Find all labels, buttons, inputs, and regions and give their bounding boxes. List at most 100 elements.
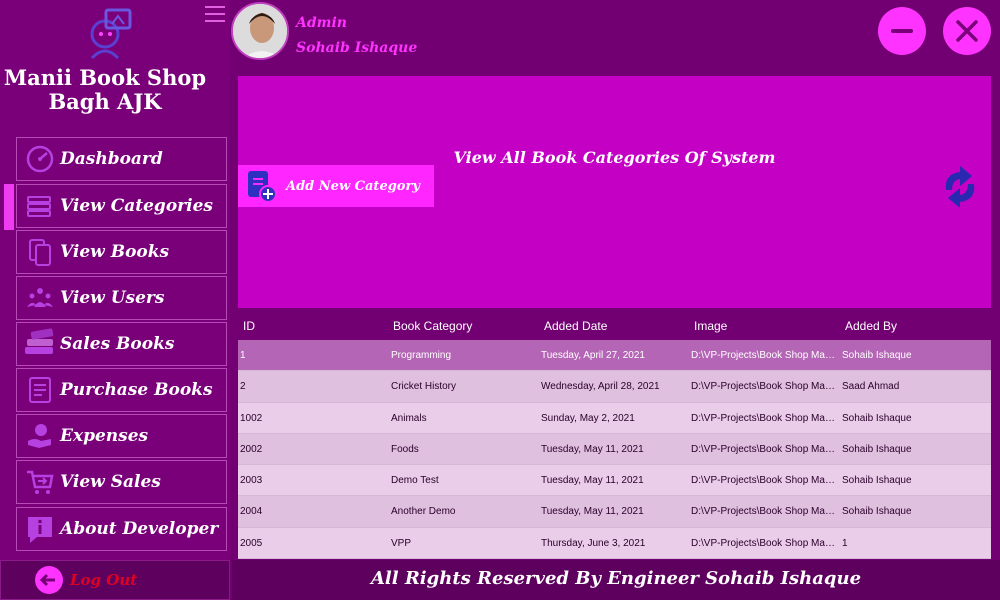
close-icon: [956, 20, 978, 42]
cell-image: D:\VP-Projects\Book Shop Man...: [691, 443, 837, 455]
cell-date: Tuesday, April 27, 2021: [541, 350, 645, 361]
footer: All Rights Reserved By Engineer Sohaib I…: [232, 560, 1000, 600]
add-new-category-button[interactable]: Add New Category: [238, 165, 434, 207]
cell-category: Demo Test: [391, 475, 439, 487]
nav-dashboard-label: Dashboard: [60, 149, 163, 169]
nav-sales-books-label: Sales Books: [60, 334, 175, 354]
cell-id: 2002: [240, 443, 263, 455]
nav-view-books-label: View Books: [60, 242, 170, 262]
cell-category: Cricket History: [391, 381, 457, 393]
nav-view-users[interactable]: View Users: [16, 276, 227, 320]
cell-date: Sunday, May 2, 2021: [541, 412, 635, 424]
cart-icon: [22, 464, 58, 500]
cell-image: D:\VP-Projects\Book Shop Man...: [691, 381, 837, 393]
nav-about-developer-label: About Developer: [60, 519, 219, 539]
cell-category: VPP: [391, 537, 412, 549]
table-row[interactable]: 2005 VPP Thursday, June 3, 2021 D:\VP-Pr…: [238, 527, 991, 560]
nav-expenses-label: Expenses: [60, 426, 149, 446]
footer-text: All Rights Reserved By Engineer Sohaib I…: [370, 568, 862, 589]
cell-category: Programming: [391, 350, 452, 361]
table-row[interactable]: 1002 Animals Sunday, May 2, 2021 D:\VP-P…: [238, 402, 991, 434]
users-icon: [22, 280, 58, 316]
cell-id: 2004: [240, 506, 263, 518]
cell-image: D:\VP-Projects\Book Shop Man...: [691, 412, 837, 424]
header-image[interactable]: Image: [694, 319, 727, 333]
add-document-icon: [248, 171, 277, 203]
cell-added-by: Sohaib Ishaque: [842, 443, 912, 455]
cell-added-by: Sohaib Ishaque: [842, 506, 912, 518]
nav-about-developer[interactable]: About Developer: [16, 507, 227, 551]
nav-view-categories[interactable]: View Categories: [16, 184, 227, 228]
close-button[interactable]: [943, 7, 991, 55]
table-row[interactable]: 2003 Demo Test Tuesday, May 11, 2021 D:\…: [238, 465, 991, 497]
nav-sales-books[interactable]: Sales Books: [16, 322, 227, 366]
nav-dashboard[interactable]: Dashboard: [16, 137, 227, 181]
table-row[interactable]: 1 Programming Tuesday, April 27, 2021 D:…: [238, 340, 991, 372]
cell-id: 1002: [240, 412, 263, 424]
categories-table: 1 Programming Tuesday, April 27, 2021 D:…: [238, 340, 991, 560]
nav-purchase-books-label: Purchase Books: [60, 380, 213, 400]
cell-added-by: Saad Ahmad: [842, 381, 900, 393]
cell-date: Tuesday, May 11, 2021: [541, 475, 644, 487]
user-photo-icon: [233, 4, 287, 58]
table-row[interactable]: 2 Cricket History Wednesday, April 28, 2…: [238, 371, 991, 403]
categories-icon: [22, 188, 58, 224]
table-header: ID Book Category Added Date Image Added …: [238, 312, 991, 340]
cell-image: D:\VP-Projects\Book Shop Man...: [691, 506, 837, 518]
header-added-date[interactable]: Added Date: [544, 319, 607, 333]
cell-date: Tuesday, May 11, 2021: [541, 443, 644, 455]
cell-image: D:\VP-Projects\Book Shop Man...: [691, 475, 837, 487]
nav-view-sales-label: View Sales: [60, 472, 161, 492]
add-new-category-label: Add New Category: [286, 178, 420, 194]
cell-id: 2003: [240, 475, 263, 487]
shop-name-line1: Manii Book Shop: [3, 65, 207, 90]
cell-date: Thursday, June 3, 2021: [541, 537, 646, 549]
cell-date: Wednesday, April 28, 2021: [541, 381, 660, 393]
cell-id: 2: [240, 381, 246, 393]
cell-added-by: 1: [842, 537, 848, 549]
categories-banner: View All Book Categories Of System Add N…: [238, 76, 991, 308]
nav-expenses[interactable]: Expenses: [16, 414, 227, 458]
shop-name-line2: Bagh AJK: [48, 89, 162, 114]
shop-name: Manii Book Shop Bagh AJK: [0, 66, 210, 114]
cell-id: 2005: [240, 537, 263, 549]
refresh-icon[interactable]: [938, 164, 982, 210]
cell-category: Foods: [391, 443, 419, 455]
nav-view-sales[interactable]: View Sales: [16, 460, 227, 504]
arrow-left-circle-icon: [35, 566, 63, 594]
user-name: Sohaib Ishaque: [296, 40, 418, 56]
hand-money-icon: [22, 418, 58, 454]
nav-view-categories-label: View Categories: [60, 196, 213, 216]
cell-date: Tuesday, May 11, 2021: [541, 506, 644, 518]
cell-added-by: Sohaib Ishaque: [842, 475, 912, 487]
avatar: [231, 2, 289, 60]
minus-icon: [891, 29, 913, 33]
logout-label: Log Out: [70, 571, 138, 589]
user-role: Admin: [296, 15, 347, 31]
cell-id: 1: [240, 350, 246, 361]
reader-logo-icon: [90, 8, 132, 60]
book-stack-icon: [22, 326, 58, 362]
info-icon: [22, 511, 58, 547]
cell-added-by: Sohaib Ishaque: [842, 412, 912, 424]
table-row[interactable]: 2004 Another Demo Tuesday, May 11, 2021 …: [238, 496, 991, 528]
table-row[interactable]: 2002 Foods Tuesday, May 11, 2021 D:\VP-P…: [238, 433, 991, 466]
minimize-button[interactable]: [878, 7, 926, 55]
nav-view-users-label: View Users: [60, 288, 165, 308]
cell-image: D:\VP-Projects\Book Shop Man...: [691, 350, 837, 361]
cell-added-by: Sohaib Ishaque: [842, 350, 912, 361]
logout-button[interactable]: Log Out: [34, 565, 144, 595]
receipt-icon: [22, 372, 58, 408]
active-nav-indicator: [4, 184, 14, 230]
books-icon: [22, 234, 58, 270]
cell-category: Another Demo: [391, 506, 456, 518]
header-book-category[interactable]: Book Category: [393, 319, 472, 333]
dashboard-gauge-icon: [22, 141, 58, 177]
menu-toggle-icon[interactable]: [205, 6, 225, 24]
header-added-by[interactable]: Added By: [845, 319, 897, 333]
nav-view-books[interactable]: View Books: [16, 230, 227, 274]
cell-category: Animals: [391, 412, 427, 424]
nav-purchase-books[interactable]: Purchase Books: [16, 368, 227, 412]
cell-image: D:\VP-Projects\Book Shop Man...: [691, 537, 837, 549]
header-id[interactable]: ID: [243, 319, 255, 333]
